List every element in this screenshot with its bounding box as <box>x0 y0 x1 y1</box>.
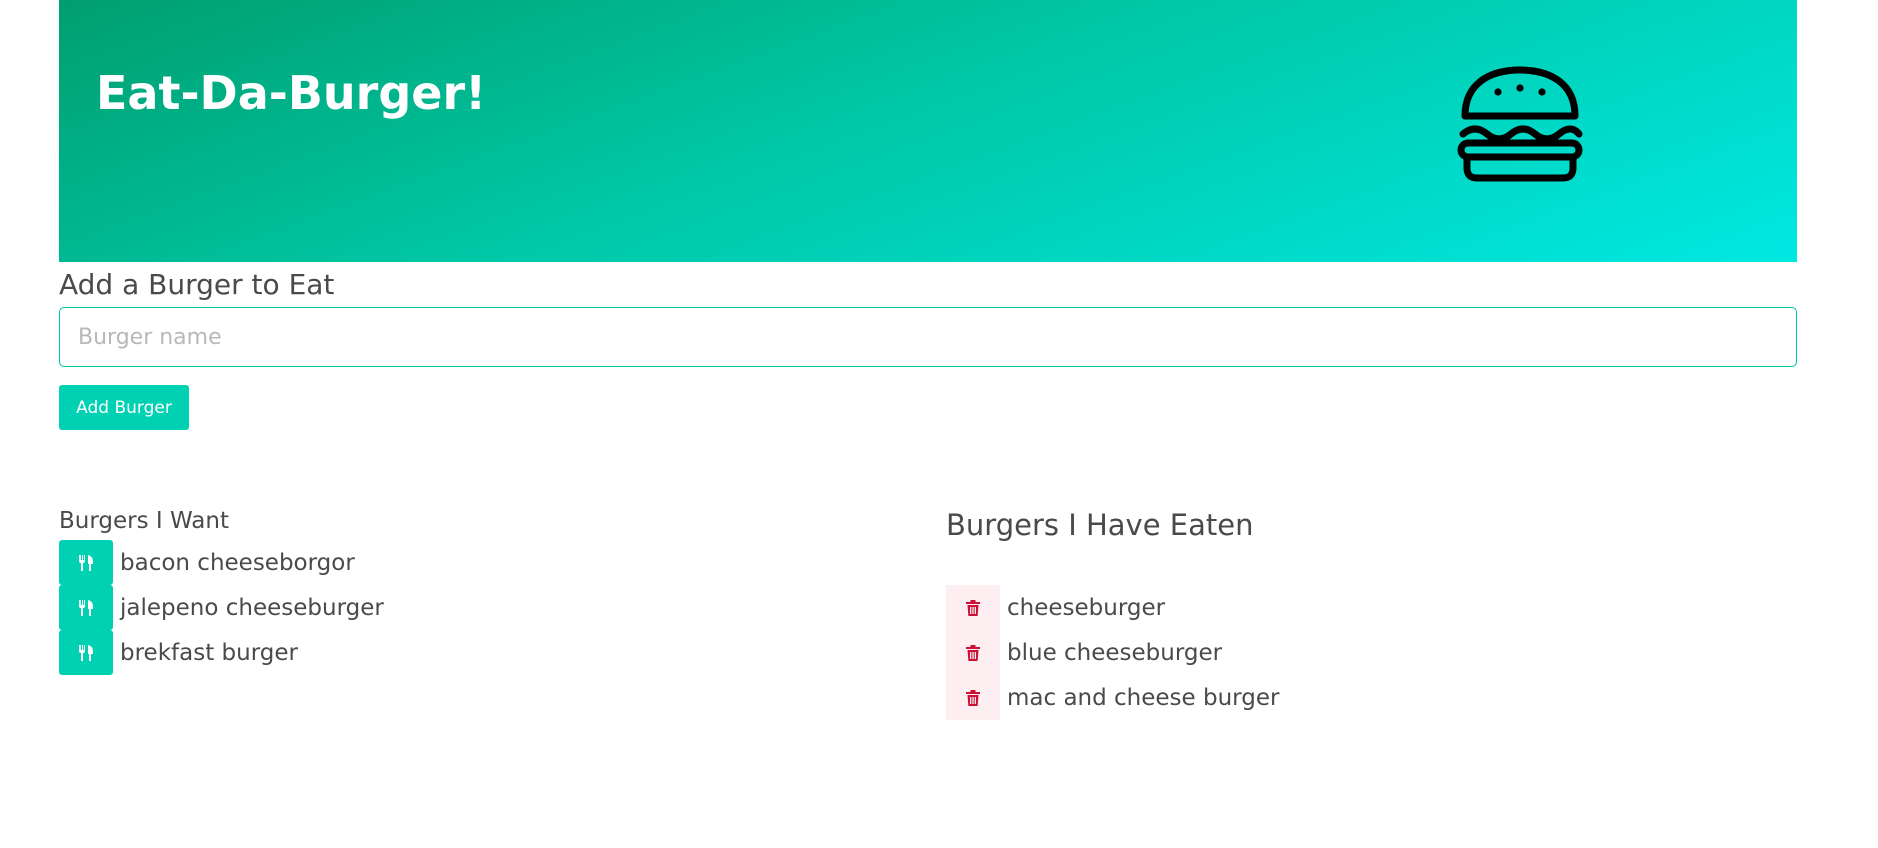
burger-name-input[interactable] <box>59 307 1797 367</box>
burger-name: bacon cheeseborgor <box>120 549 355 576</box>
list-item: cheeseburger <box>946 585 1279 630</box>
trash-icon <box>966 689 980 706</box>
list-item: brekfast burger <box>59 630 384 675</box>
burger-name: jalepeno cheeseburger <box>120 594 384 621</box>
list-item: bacon cheeseborgor <box>59 540 384 585</box>
add-burger-heading: Add a Burger to Eat <box>59 268 335 301</box>
hamburger-icon <box>1457 66 1583 182</box>
burgers-eaten-list: cheeseburger blue cheeseburger mac and c… <box>946 585 1279 720</box>
list-item: jalepeno cheeseburger <box>59 585 384 630</box>
list-item: blue cheeseburger <box>946 630 1279 675</box>
utensils-icon <box>79 599 93 616</box>
page-container: Eat-Da-Burger! Add a Burger to Eat Add B… <box>59 0 1797 720</box>
hero-banner: Eat-Da-Burger! <box>59 0 1797 262</box>
add-burger-button[interactable]: Add Burger <box>59 385 189 430</box>
utensils-icon <box>79 644 93 661</box>
burgers-want-heading: Burgers I Want <box>59 508 229 534</box>
eat-burger-button[interactable] <box>59 540 113 585</box>
trash-icon <box>966 599 980 616</box>
burger-name: mac and cheese burger <box>1007 684 1280 711</box>
eat-burger-button[interactable] <box>59 630 113 675</box>
delete-burger-button[interactable] <box>946 675 1000 720</box>
eat-burger-button[interactable] <box>59 585 113 630</box>
page-title: Eat-Da-Burger! <box>96 66 487 120</box>
burger-name: brekfast burger <box>120 639 298 666</box>
delete-burger-button[interactable] <box>946 585 1000 630</box>
trash-icon <box>966 644 980 661</box>
burger-name: blue cheeseburger <box>1007 639 1223 666</box>
burgers-eaten-heading: Burgers I Have Eaten <box>946 508 1254 542</box>
burgers-want-list: bacon cheeseborgor jalepeno cheeseburger… <box>59 540 384 675</box>
delete-burger-button[interactable] <box>946 630 1000 675</box>
utensils-icon <box>79 554 93 571</box>
burger-name: cheeseburger <box>1007 594 1166 621</box>
list-item: mac and cheese burger <box>946 675 1279 720</box>
